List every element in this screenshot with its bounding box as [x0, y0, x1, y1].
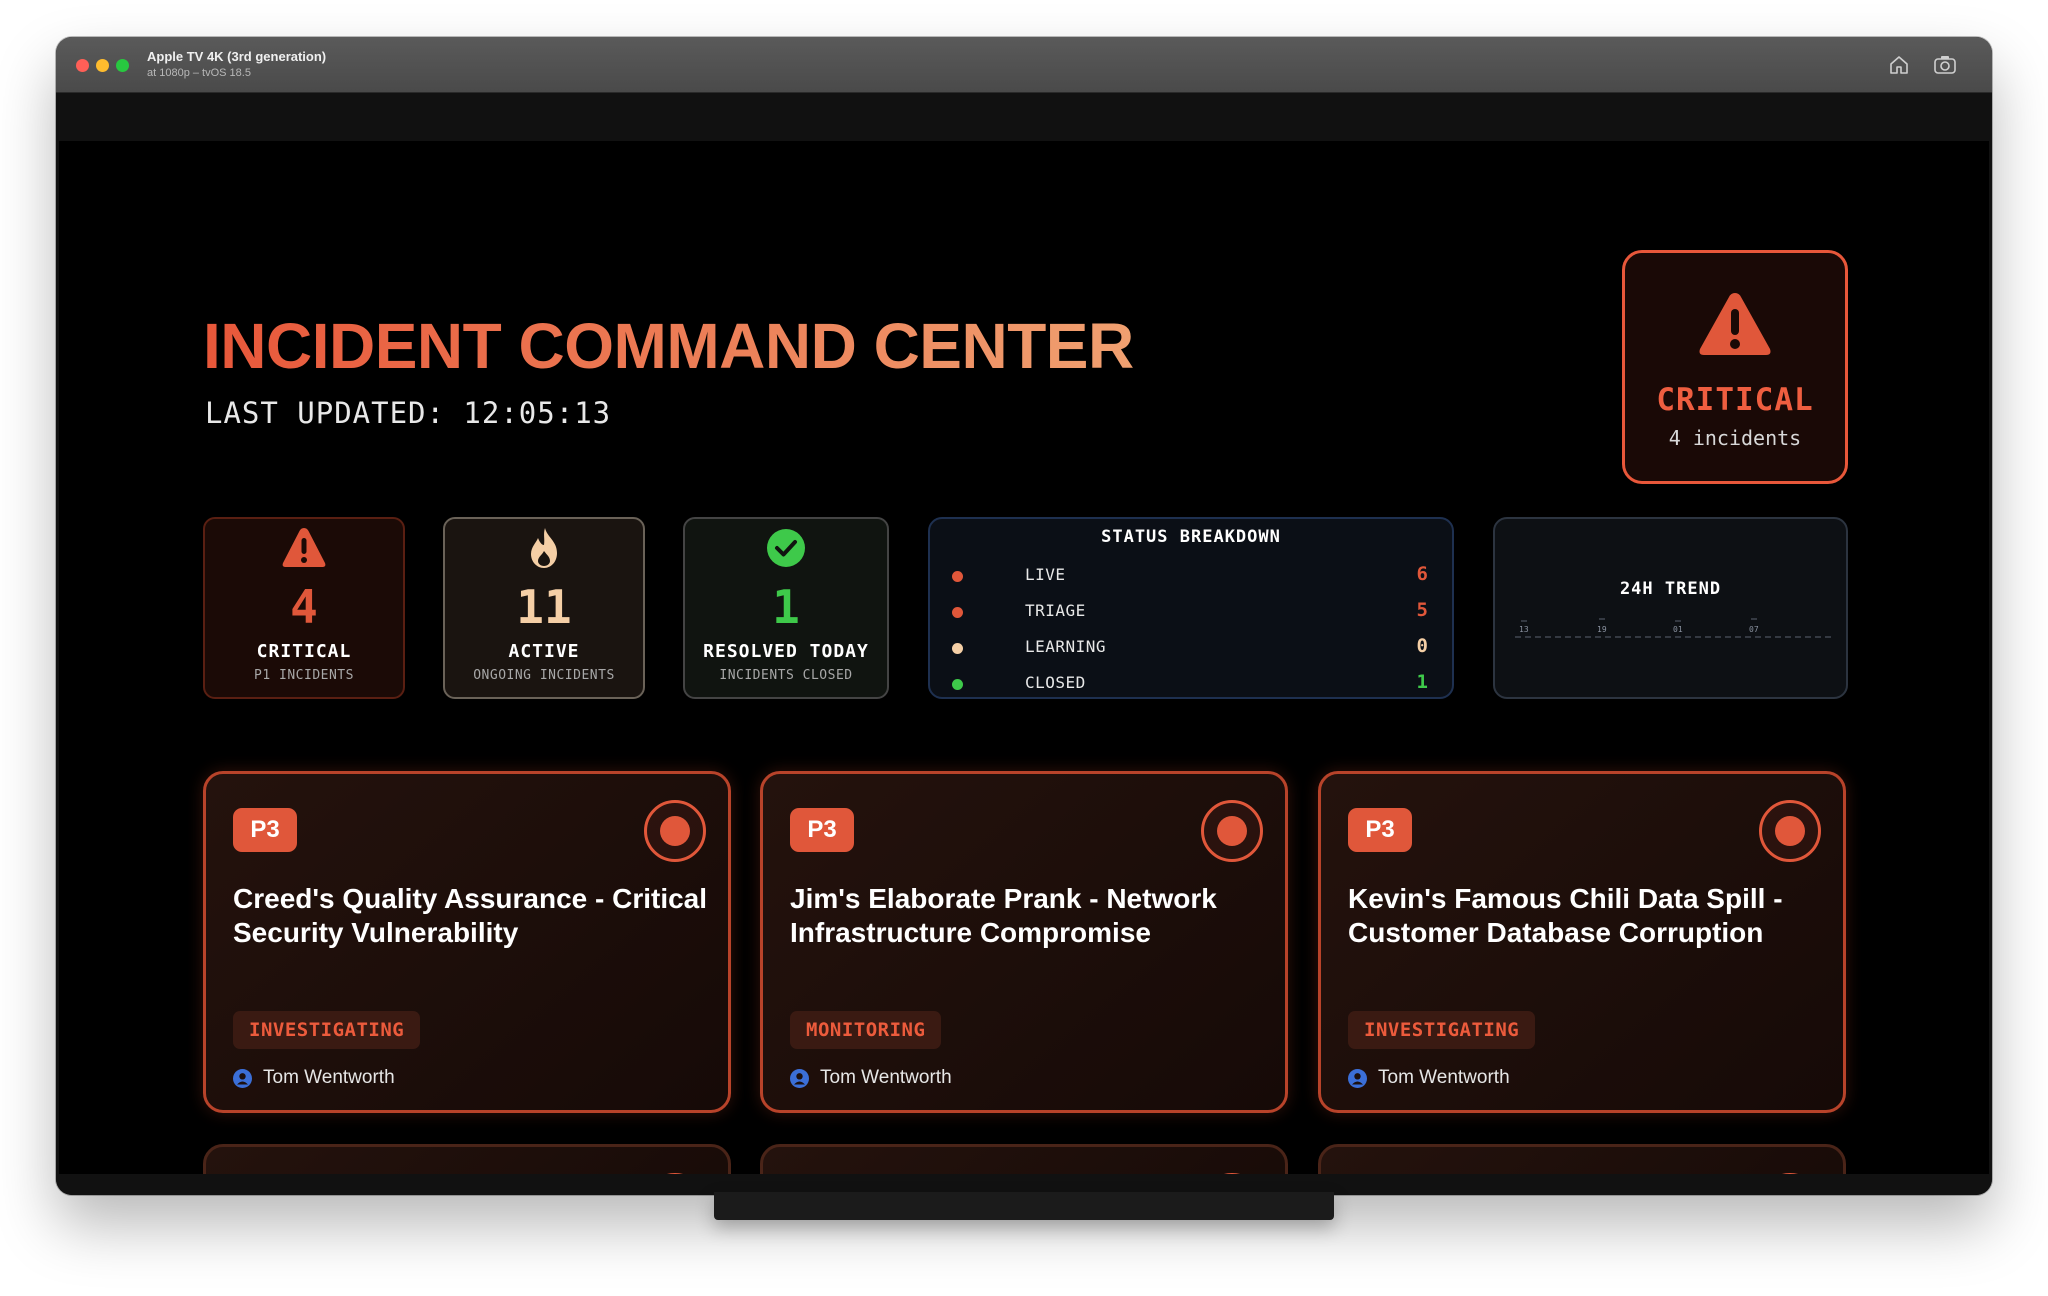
minimize-window-button[interactable] [96, 59, 109, 72]
live-pulse-icon [644, 800, 706, 862]
trend-tick-label: 07 [1749, 625, 1759, 634]
assignee-name: Tom Wentworth [820, 1067, 952, 1088]
critical-severity-badge: CRITICAL 4 incidents [1622, 250, 1848, 484]
status-dot [952, 571, 963, 582]
live-pulse-icon [1201, 800, 1263, 862]
critical-sublabel: P1 INCIDENTS [254, 668, 354, 683]
assignee-name: Tom Wentworth [1378, 1067, 1510, 1088]
status-dot [952, 607, 963, 618]
window-title: Apple TV 4K (3rd generation) [147, 49, 327, 64]
status-row-triage: TRIAGE 5 [930, 595, 1452, 631]
trend-sparkline: 13 19 01 07 [1515, 618, 1831, 638]
trend-tick-label: 01 [1673, 625, 1683, 634]
critical-label: CRITICAL [256, 641, 352, 662]
status-row-live: LIVE 6 [930, 559, 1452, 595]
stat-card-active: 11 ACTIVE ONGOING INCIDENTS [443, 517, 645, 699]
priority-badge: P3 [1348, 808, 1412, 852]
check-circle-icon [767, 529, 805, 567]
trend-title: 24H TREND [1619, 579, 1722, 599]
window-titlebar: Apple TV 4K (3rd generation) at 1080p – … [56, 37, 1992, 93]
resolved-label: RESOLVED TODAY [703, 641, 869, 662]
incident-card[interactable]: P3 Kevin's Famous Chili Data Spill - Cus… [1318, 771, 1846, 1113]
status-count: 5 [1416, 599, 1428, 621]
status-count: 0 [1416, 635, 1428, 657]
active-sublabel: ONGOING INCIDENTS [473, 668, 615, 683]
status-row-learning: LEARNING 0 [930, 631, 1452, 667]
trend-tick-label: 13 [1519, 625, 1529, 634]
live-pulse-icon [1759, 1173, 1821, 1174]
trend-panel: 24H TREND 13 19 01 07 [1493, 517, 1848, 699]
status-count: 6 [1416, 563, 1428, 585]
stat-card-critical: 4 CRITICAL P1 INCIDENTS [203, 517, 405, 699]
status-count: 1 [1416, 671, 1428, 693]
active-label: ACTIVE [508, 641, 580, 662]
incident-card[interactable]: P2 [1318, 1144, 1846, 1174]
incident-card[interactable]: P3 Jim's Elaborate Prank - Network Infra… [760, 771, 1288, 1113]
live-pulse-icon [644, 1173, 706, 1174]
critical-badge-label: CRITICAL [1656, 382, 1814, 418]
close-window-button[interactable] [76, 59, 89, 72]
resolved-count: 1 [772, 580, 800, 634]
incident-title: Kevin's Famous Chili Data Spill - Custom… [1348, 883, 1783, 948]
active-count: 11 [516, 580, 572, 634]
tv-stand [714, 1192, 1334, 1220]
incident-card[interactable]: P2 [760, 1144, 1288, 1174]
trend-tick-label: 19 [1597, 625, 1607, 634]
zoom-window-button[interactable] [116, 59, 129, 72]
status-name: CLOSED [1025, 673, 1086, 692]
live-pulse-icon [1201, 1173, 1263, 1174]
live-pulse-icon [1759, 800, 1821, 862]
priority-badge: P3 [790, 808, 854, 852]
simulator-window: Apple TV 4K (3rd generation) at 1080p – … [56, 37, 1992, 1195]
person-icon [1348, 1069, 1367, 1088]
window-subtitle: at 1080p – tvOS 18.5 [147, 67, 251, 79]
incident-status-badge: INVESTIGATING [233, 1011, 421, 1049]
home-icon[interactable] [1886, 52, 1912, 78]
priority-badge: P3 [233, 808, 297, 852]
stat-card-resolved: 1 RESOLVED TODAY INCIDENTS CLOSED [683, 517, 889, 699]
incident-card[interactable]: P3 Creed's Quality Assurance - Critical … [203, 771, 731, 1113]
critical-count: 4 [290, 580, 318, 634]
screenshot-icon[interactable] [1932, 52, 1958, 78]
incident-title: Creed's Quality Assurance - Critical Sec… [233, 883, 708, 948]
incident-status-badge: INVESTIGATING [1348, 1011, 1536, 1049]
tv-bezel: INCIDENT COMMAND CENTER LAST UPDATED: 12… [56, 93, 1992, 1195]
last-updated-timestamp: LAST UPDATED: 12:05:13 [205, 396, 612, 430]
incident-card[interactable]: P2 [203, 1144, 731, 1174]
status-row-closed: CLOSED 1 [930, 667, 1452, 703]
incident-status-badge: MONITORING [790, 1011, 942, 1049]
status-name: LEARNING [1025, 637, 1107, 656]
tv-screen: INCIDENT COMMAND CENTER LAST UPDATED: 12… [59, 141, 1989, 1174]
warning-triangle-icon [1699, 293, 1771, 355]
assignee-name: Tom Wentworth [263, 1067, 395, 1088]
status-name: LIVE [1025, 565, 1066, 584]
status-dot [952, 643, 963, 654]
page-title: INCIDENT COMMAND CENTER [203, 310, 1134, 382]
person-icon [233, 1069, 252, 1088]
incident-title: Jim's Elaborate Prank - Network Infrastr… [790, 883, 1217, 948]
resolved-sublabel: INCIDENTS CLOSED [719, 668, 853, 683]
person-icon [790, 1069, 809, 1088]
flame-icon [531, 528, 557, 568]
status-name: TRIAGE [1025, 601, 1086, 620]
warning-triangle-icon [282, 528, 326, 567]
status-dot [952, 679, 963, 690]
status-breakdown-panel: STATUS BREAKDOWN LIVE 6 TRIAGE 5 LEARNIN… [928, 517, 1454, 699]
critical-badge-count: 4 incidents [1668, 426, 1802, 450]
status-breakdown-title: STATUS BREAKDOWN [1101, 527, 1281, 547]
